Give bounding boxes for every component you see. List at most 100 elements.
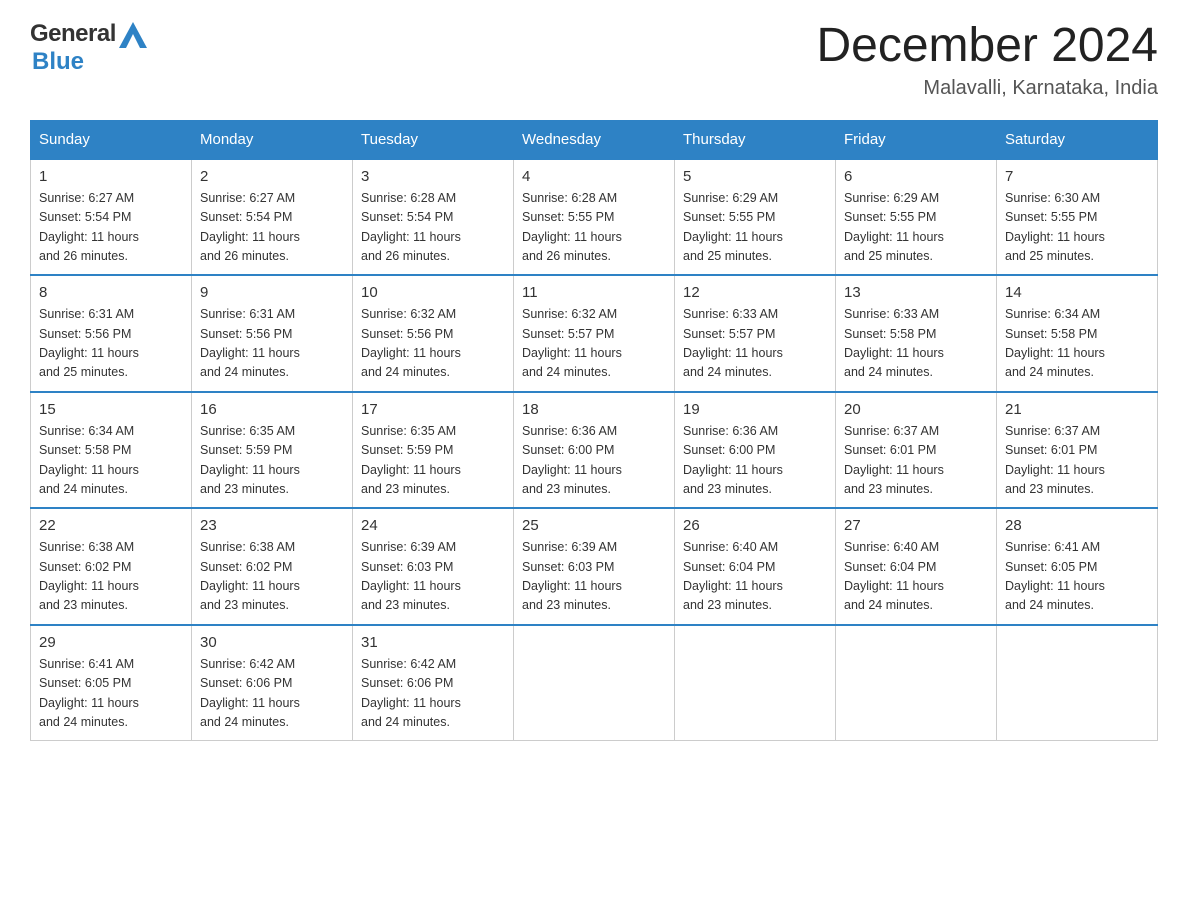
day-number: 20 [844, 401, 988, 418]
calendar-cell: 3 Sunrise: 6:28 AM Sunset: 5:54 PM Dayli… [353, 159, 514, 276]
calendar-cell [514, 625, 675, 741]
day-info: Sunrise: 6:32 AM Sunset: 5:56 PM Dayligh… [361, 305, 505, 383]
day-number: 4 [522, 168, 666, 185]
day-number: 24 [361, 517, 505, 534]
calendar-cell: 4 Sunrise: 6:28 AM Sunset: 5:55 PM Dayli… [514, 159, 675, 276]
calendar-body: 1 Sunrise: 6:27 AM Sunset: 5:54 PM Dayli… [31, 159, 1158, 741]
col-saturday: Saturday [997, 120, 1158, 159]
calendar-cell: 16 Sunrise: 6:35 AM Sunset: 5:59 PM Dayl… [192, 392, 353, 509]
col-friday: Friday [836, 120, 997, 159]
col-sunday: Sunday [31, 120, 192, 159]
day-number: 8 [39, 284, 183, 301]
day-number: 27 [844, 517, 988, 534]
day-number: 3 [361, 168, 505, 185]
col-wednesday: Wednesday [514, 120, 675, 159]
calendar-cell: 2 Sunrise: 6:27 AM Sunset: 5:54 PM Dayli… [192, 159, 353, 276]
day-info: Sunrise: 6:30 AM Sunset: 5:55 PM Dayligh… [1005, 189, 1149, 267]
calendar-cell [997, 625, 1158, 741]
calendar-cell: 10 Sunrise: 6:32 AM Sunset: 5:56 PM Dayl… [353, 275, 514, 392]
day-number: 6 [844, 168, 988, 185]
calendar-cell: 28 Sunrise: 6:41 AM Sunset: 6:05 PM Dayl… [997, 508, 1158, 625]
day-number: 9 [200, 284, 344, 301]
month-title: December 2024 [816, 20, 1158, 73]
day-info: Sunrise: 6:40 AM Sunset: 6:04 PM Dayligh… [844, 538, 988, 616]
day-number: 15 [39, 401, 183, 418]
day-number: 5 [683, 168, 827, 185]
day-info: Sunrise: 6:28 AM Sunset: 5:55 PM Dayligh… [522, 189, 666, 267]
day-number: 22 [39, 517, 183, 534]
col-tuesday: Tuesday [353, 120, 514, 159]
day-number: 23 [200, 517, 344, 534]
calendar-table: Sunday Monday Tuesday Wednesday Thursday… [30, 120, 1158, 742]
day-info: Sunrise: 6:39 AM Sunset: 6:03 PM Dayligh… [361, 538, 505, 616]
week-row-3: 15 Sunrise: 6:34 AM Sunset: 5:58 PM Dayl… [31, 392, 1158, 509]
day-number: 18 [522, 401, 666, 418]
location-text: Malavalli, Karnataka, India [816, 77, 1158, 100]
calendar-cell [675, 625, 836, 741]
day-info: Sunrise: 6:29 AM Sunset: 5:55 PM Dayligh… [844, 189, 988, 267]
calendar-cell: 14 Sunrise: 6:34 AM Sunset: 5:58 PM Dayl… [997, 275, 1158, 392]
day-info: Sunrise: 6:42 AM Sunset: 6:06 PM Dayligh… [361, 655, 505, 733]
calendar-cell: 15 Sunrise: 6:34 AM Sunset: 5:58 PM Dayl… [31, 392, 192, 509]
logo-arrow-icon [119, 22, 147, 48]
day-info: Sunrise: 6:33 AM Sunset: 5:58 PM Dayligh… [844, 305, 988, 383]
day-number: 12 [683, 284, 827, 301]
week-row-2: 8 Sunrise: 6:31 AM Sunset: 5:56 PM Dayli… [31, 275, 1158, 392]
calendar-cell: 29 Sunrise: 6:41 AM Sunset: 6:05 PM Dayl… [31, 625, 192, 741]
calendar-cell: 27 Sunrise: 6:40 AM Sunset: 6:04 PM Dayl… [836, 508, 997, 625]
week-row-5: 29 Sunrise: 6:41 AM Sunset: 6:05 PM Dayl… [31, 625, 1158, 741]
day-info: Sunrise: 6:34 AM Sunset: 5:58 PM Dayligh… [39, 422, 183, 500]
calendar-cell: 7 Sunrise: 6:30 AM Sunset: 5:55 PM Dayli… [997, 159, 1158, 276]
calendar-cell [836, 625, 997, 741]
calendar-cell: 24 Sunrise: 6:39 AM Sunset: 6:03 PM Dayl… [353, 508, 514, 625]
day-info: Sunrise: 6:38 AM Sunset: 6:02 PM Dayligh… [39, 538, 183, 616]
day-number: 29 [39, 634, 183, 651]
calendar-cell: 8 Sunrise: 6:31 AM Sunset: 5:56 PM Dayli… [31, 275, 192, 392]
logo-blue-text: Blue [32, 48, 84, 75]
day-number: 10 [361, 284, 505, 301]
day-info: Sunrise: 6:27 AM Sunset: 5:54 PM Dayligh… [39, 189, 183, 267]
page-header: General Blue December 2024 Malavalli, Ka… [30, 20, 1158, 100]
day-info: Sunrise: 6:41 AM Sunset: 6:05 PM Dayligh… [1005, 538, 1149, 616]
calendar-cell: 11 Sunrise: 6:32 AM Sunset: 5:57 PM Dayl… [514, 275, 675, 392]
calendar-cell: 30 Sunrise: 6:42 AM Sunset: 6:06 PM Dayl… [192, 625, 353, 741]
calendar-cell: 31 Sunrise: 6:42 AM Sunset: 6:06 PM Dayl… [353, 625, 514, 741]
day-number: 21 [1005, 401, 1149, 418]
col-monday: Monday [192, 120, 353, 159]
day-info: Sunrise: 6:32 AM Sunset: 5:57 PM Dayligh… [522, 305, 666, 383]
day-info: Sunrise: 6:34 AM Sunset: 5:58 PM Dayligh… [1005, 305, 1149, 383]
day-number: 31 [361, 634, 505, 651]
week-row-1: 1 Sunrise: 6:27 AM Sunset: 5:54 PM Dayli… [31, 159, 1158, 276]
day-number: 28 [1005, 517, 1149, 534]
calendar-cell: 22 Sunrise: 6:38 AM Sunset: 6:02 PM Dayl… [31, 508, 192, 625]
day-number: 11 [522, 284, 666, 301]
day-number: 2 [200, 168, 344, 185]
day-number: 30 [200, 634, 344, 651]
day-number: 25 [522, 517, 666, 534]
day-number: 16 [200, 401, 344, 418]
week-row-4: 22 Sunrise: 6:38 AM Sunset: 6:02 PM Dayl… [31, 508, 1158, 625]
day-info: Sunrise: 6:29 AM Sunset: 5:55 PM Dayligh… [683, 189, 827, 267]
day-info: Sunrise: 6:39 AM Sunset: 6:03 PM Dayligh… [522, 538, 666, 616]
day-number: 19 [683, 401, 827, 418]
calendar-cell: 20 Sunrise: 6:37 AM Sunset: 6:01 PM Dayl… [836, 392, 997, 509]
calendar-cell: 26 Sunrise: 6:40 AM Sunset: 6:04 PM Dayl… [675, 508, 836, 625]
day-info: Sunrise: 6:38 AM Sunset: 6:02 PM Dayligh… [200, 538, 344, 616]
day-info: Sunrise: 6:33 AM Sunset: 5:57 PM Dayligh… [683, 305, 827, 383]
day-number: 26 [683, 517, 827, 534]
day-info: Sunrise: 6:36 AM Sunset: 6:00 PM Dayligh… [683, 422, 827, 500]
calendar-cell: 9 Sunrise: 6:31 AM Sunset: 5:56 PM Dayli… [192, 275, 353, 392]
day-info: Sunrise: 6:37 AM Sunset: 6:01 PM Dayligh… [1005, 422, 1149, 500]
day-number: 13 [844, 284, 988, 301]
day-info: Sunrise: 6:41 AM Sunset: 6:05 PM Dayligh… [39, 655, 183, 733]
col-thursday: Thursday [675, 120, 836, 159]
day-info: Sunrise: 6:27 AM Sunset: 5:54 PM Dayligh… [200, 189, 344, 267]
calendar-cell: 18 Sunrise: 6:36 AM Sunset: 6:00 PM Dayl… [514, 392, 675, 509]
calendar-header: Sunday Monday Tuesday Wednesday Thursday… [31, 120, 1158, 159]
title-block: December 2024 Malavalli, Karnataka, Indi… [816, 20, 1158, 100]
day-number: 17 [361, 401, 505, 418]
day-info: Sunrise: 6:28 AM Sunset: 5:54 PM Dayligh… [361, 189, 505, 267]
calendar-cell: 23 Sunrise: 6:38 AM Sunset: 6:02 PM Dayl… [192, 508, 353, 625]
logo-general-text: General [30, 20, 116, 48]
day-info: Sunrise: 6:42 AM Sunset: 6:06 PM Dayligh… [200, 655, 344, 733]
